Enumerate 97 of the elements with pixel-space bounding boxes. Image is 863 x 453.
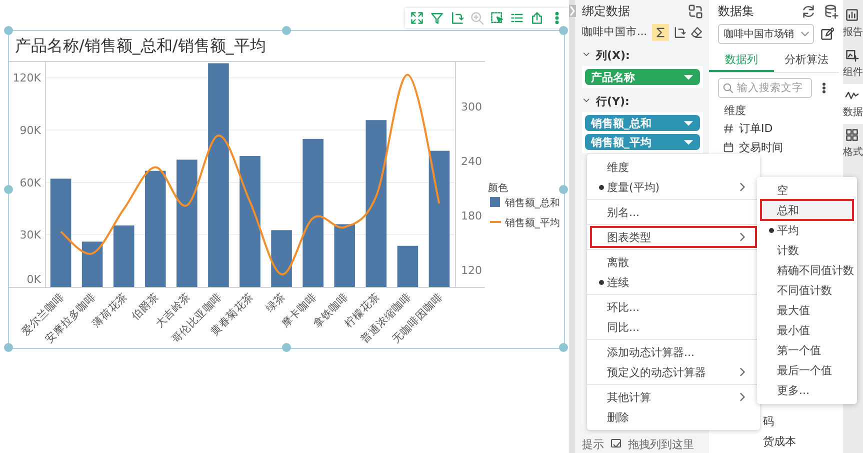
menu-item[interactable]: 空 (761, 180, 853, 200)
menu-item[interactable]: 最小值 (761, 320, 853, 340)
menu-item[interactable]: 最后一个值 (761, 360, 853, 380)
resize-handle[interactable] (282, 26, 290, 35)
field-item[interactable]: 码 (763, 412, 839, 432)
menu-item[interactable]: 精确不同值计数 (761, 260, 853, 280)
hint-label: 提示 (582, 436, 604, 452)
menu-item[interactable]: 离散 (591, 252, 756, 272)
database-add-icon[interactable] (824, 4, 839, 18)
add-component-icon (845, 48, 859, 62)
fullscreen-icon[interactable] (410, 11, 424, 25)
sum-toggle[interactable] (652, 24, 669, 40)
selection-icon[interactable] (490, 11, 504, 25)
menu-item[interactable]: 总和 (761, 200, 853, 220)
menu-item[interactable]: 别名... (591, 202, 756, 222)
filter-icon[interactable] (430, 11, 444, 25)
legend-label: 销售额_总和 (505, 198, 560, 209)
drop-hint: 拖拽列到这里 (628, 436, 694, 452)
bar (113, 225, 134, 287)
menu-item[interactable]: 最大值 (761, 300, 853, 320)
axis-label: 120 (461, 264, 482, 277)
resize-handle[interactable] (4, 343, 13, 352)
menu-item[interactable]: 计数 (761, 240, 853, 260)
field-item[interactable]: 订单ID (718, 119, 839, 138)
axis-label: 60K (20, 176, 41, 190)
hash-icon (723, 123, 734, 134)
menu-item[interactable]: 更多... (761, 380, 853, 400)
sidebar-item[interactable]: 数据 (843, 84, 863, 124)
axis-label: 120K (12, 72, 41, 85)
axis-swap-icon[interactable] (673, 26, 686, 38)
caret-icon (683, 119, 694, 127)
field-pill[interactable]: 销售额_平均 (585, 134, 700, 150)
axis-label: 绿茶 (264, 290, 288, 315)
axis-label: 0K (26, 273, 41, 286)
section-label: 维度 (724, 103, 747, 119)
axis-label: 300 (461, 100, 482, 114)
menu-item[interactable]: 环比... (591, 297, 756, 317)
chevron-down-icon (800, 29, 810, 39)
resize-handle[interactable] (559, 26, 568, 35)
tab[interactable]: 分析算法 (774, 50, 839, 70)
report-icon (845, 8, 859, 22)
axis-label: 180 (461, 209, 482, 222)
axis-label: 30K (20, 228, 41, 242)
sidebar-item[interactable]: 组件 (843, 44, 863, 84)
grid-icon (845, 128, 859, 142)
legend-label: 销售额_平均 (505, 218, 560, 229)
resize-handle[interactable] (4, 184, 13, 194)
panel-title: 数据集 (718, 2, 754, 20)
menu-item[interactable]: 度量(平均) (591, 177, 756, 197)
resize-handle[interactable] (559, 184, 568, 194)
axis-swap-icon[interactable] (450, 11, 464, 25)
menu-item[interactable]: 连续 (591, 272, 756, 292)
menu-item[interactable]: 维度 (591, 157, 756, 177)
menu-item[interactable]: 平均 (761, 220, 853, 240)
bar (334, 224, 356, 287)
resize-handle[interactable] (4, 26, 13, 35)
dataset-select[interactable]: 咖啡中国市场销 (718, 24, 814, 44)
search-field[interactable]: 输入搜索文字 (718, 78, 812, 98)
resize-handle[interactable] (282, 343, 290, 352)
resize-handle[interactable] (559, 343, 568, 352)
export-icon[interactable] (530, 11, 544, 25)
legend-title: 颜色 (488, 183, 508, 194)
dataset-name: 咖啡中国市... (582, 25, 648, 39)
drop-icon (609, 438, 623, 450)
field-item[interactable]: 货成本 (763, 432, 839, 452)
menu-item[interactable]: 添加动态计算器... (591, 342, 756, 362)
caret-icon (683, 73, 694, 81)
axis-label: 90K (20, 124, 41, 138)
search-icon (722, 82, 734, 94)
menu-item[interactable]: 预定义的动态计算器 (591, 362, 756, 382)
field-item[interactable]: 交易时间 (718, 138, 839, 157)
bar (397, 246, 418, 287)
swap-icon[interactable] (688, 4, 703, 18)
menu-item[interactable]: 同比... (591, 317, 756, 337)
edit-icon[interactable] (820, 27, 834, 41)
menu-item[interactable]: 其他计算 (591, 387, 756, 407)
refresh-icon[interactable] (801, 4, 816, 18)
bar (271, 230, 292, 287)
axis-label: 240 (461, 154, 482, 168)
bar (82, 242, 103, 287)
calendar-icon (723, 142, 734, 153)
menu-item[interactable]: 图表类型 (591, 227, 756, 247)
menu-item[interactable]: 删除 (591, 407, 756, 427)
collapse-icon[interactable] (569, 5, 576, 17)
sidebar-item[interactable]: 报告 (843, 4, 863, 44)
chart-title: 产品名称/销售额_总和/销售额_平均 (14, 35, 266, 57)
shelf-label: 行(Y): (596, 94, 630, 108)
menu-item[interactable]: 不同值计数 (761, 280, 853, 300)
field-pill[interactable]: 销售额_总和 (585, 115, 700, 131)
sidebar-item[interactable]: 格式 (843, 124, 863, 164)
list-icon[interactable] (510, 11, 524, 25)
sigma-icon (654, 26, 667, 38)
caret-icon (683, 138, 694, 146)
menu-item[interactable]: 第一个值 (761, 340, 853, 360)
shelf-label: 列(X): (596, 48, 630, 62)
eraser-icon[interactable] (690, 26, 703, 38)
panel-title: 绑定数据 (582, 2, 630, 20)
